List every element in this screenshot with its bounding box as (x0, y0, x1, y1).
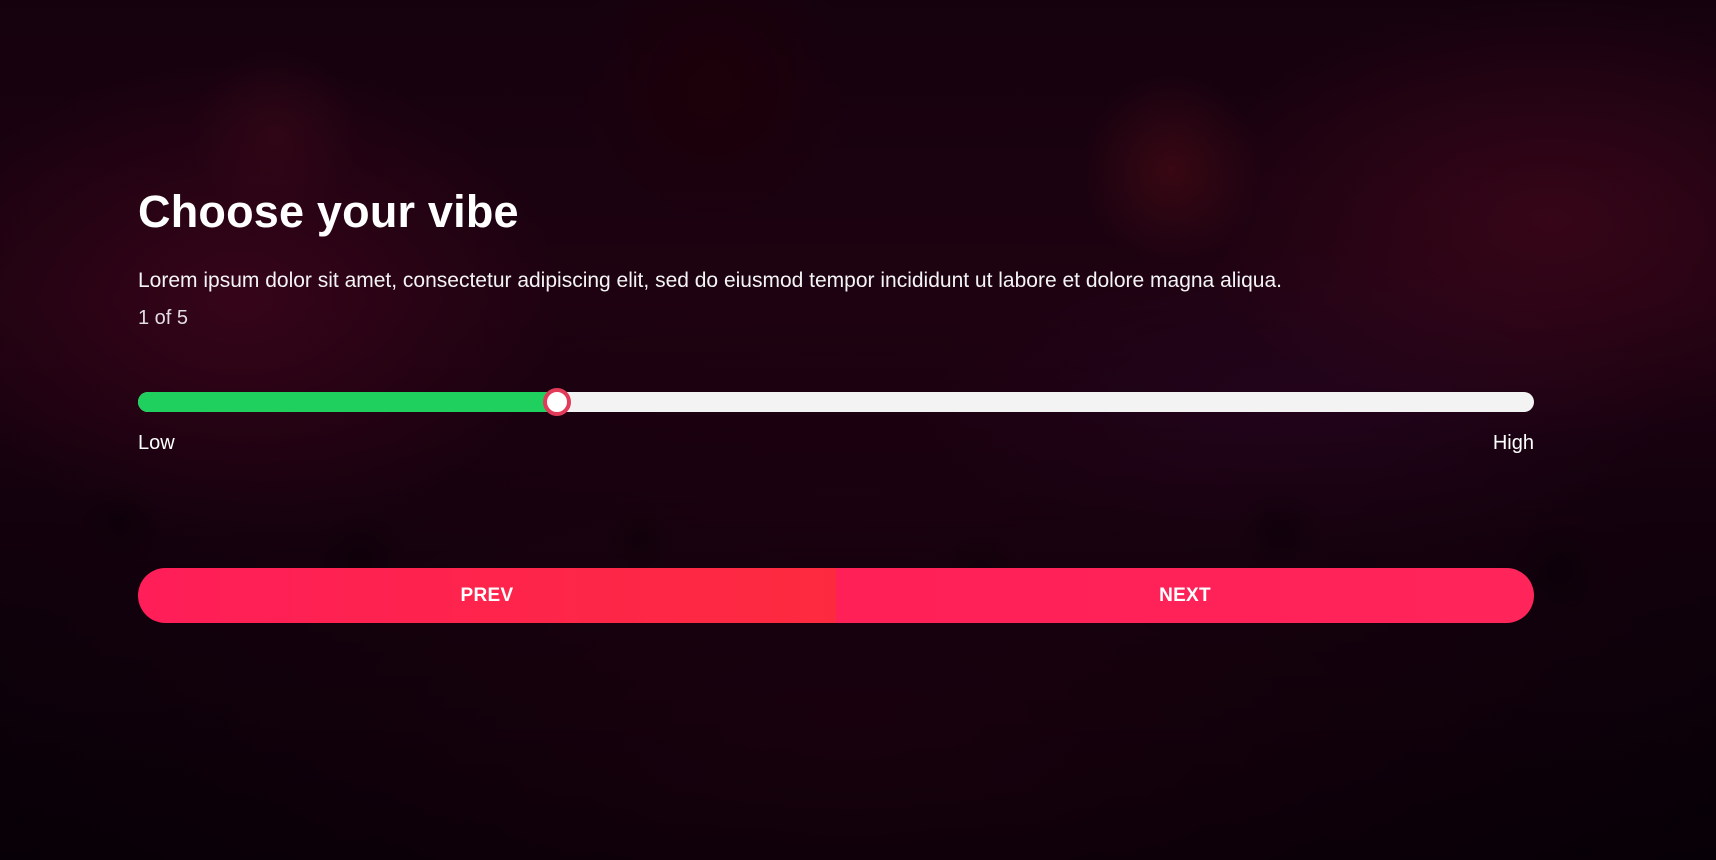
slider-thumb[interactable] (542, 388, 571, 416)
question-panel: Choose your vibe Lorem ipsum dolor sit a… (138, 180, 1534, 623)
slider-scale: Low High (138, 430, 1534, 456)
vibe-slider[interactable] (138, 388, 1534, 416)
page-title: Choose your vibe (138, 186, 519, 237)
prev-button[interactable]: PREV (138, 568, 836, 623)
slider-max-label: High (1492, 432, 1534, 454)
question-description: Lorem ipsum dolor sit amet, consectetur … (138, 269, 1282, 292)
step-counter: 1 of 5 (138, 307, 189, 329)
next-button[interactable]: NEXT (836, 568, 1534, 623)
slider-min-label: Low (138, 432, 175, 454)
nav-buttons: PREV NEXT (138, 568, 1534, 623)
slider-fill (138, 392, 557, 412)
